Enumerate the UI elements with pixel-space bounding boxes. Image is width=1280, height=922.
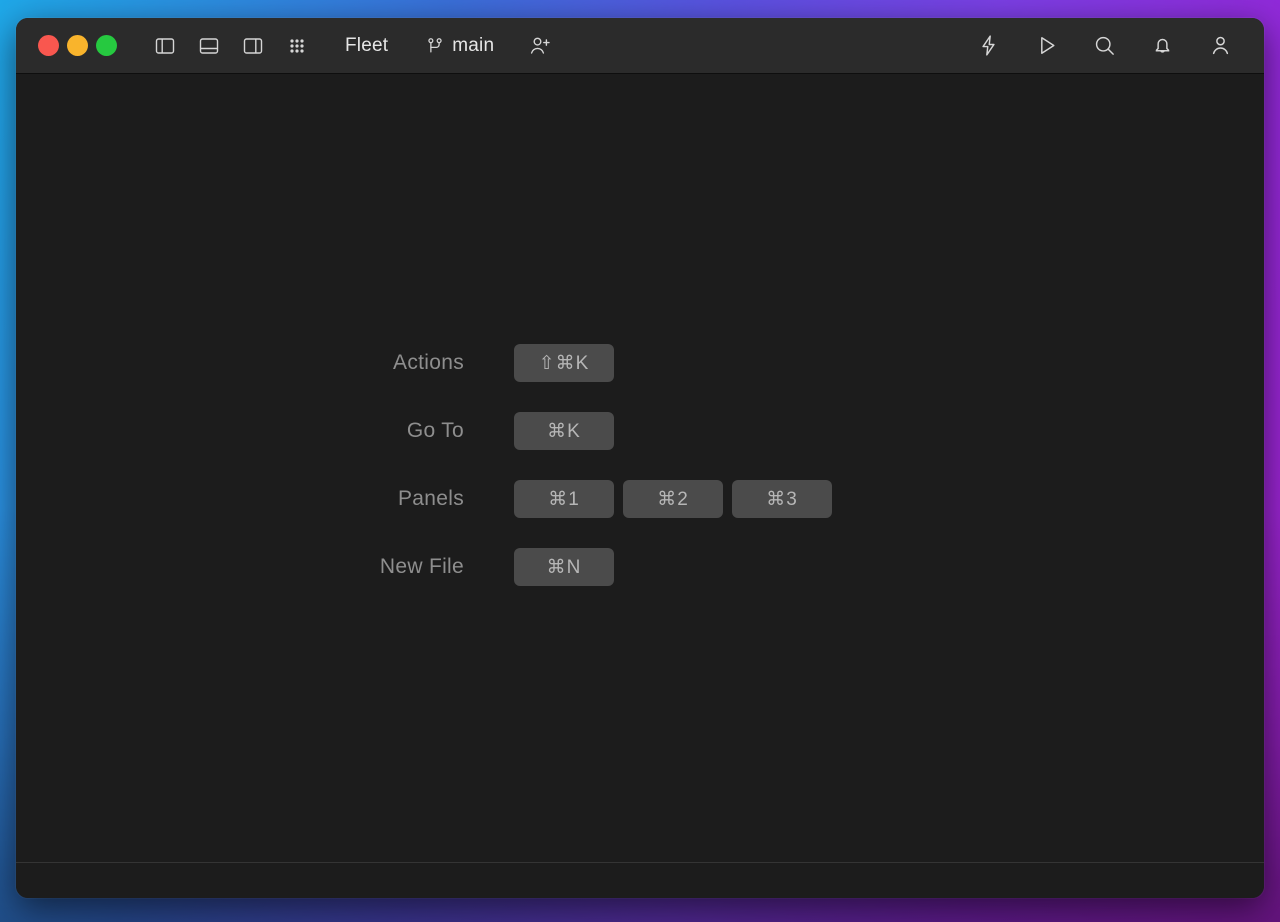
shortcut-keys-new-file: ⌘N: [514, 548, 614, 586]
editor-empty-state: Actions ⇧⌘K Go To ⌘K Panels ⌘1 ⌘2 ⌘3 New…: [16, 74, 1264, 862]
maximize-window-button[interactable]: [96, 35, 117, 56]
branch-name: main: [452, 34, 495, 56]
key-pill-panel-2[interactable]: ⌘2: [623, 480, 723, 518]
play-icon[interactable]: [1024, 26, 1068, 66]
shortcut-row-go-to: Go To ⌘K: [16, 397, 1264, 465]
panel-toggle-group: [143, 26, 319, 66]
fleet-window: Fleet main Actions ⇧⌘K Go To ⌘K Panels ⌘…: [16, 18, 1264, 898]
shortcut-label-panels: Panels: [397, 487, 464, 510]
bottom-panel-icon[interactable]: [187, 26, 231, 66]
grid-dots-icon[interactable]: [275, 26, 319, 66]
close-window-button[interactable]: [38, 35, 59, 56]
lightning-icon[interactable]: [966, 26, 1010, 66]
titlebar: Fleet main: [16, 18, 1264, 74]
account-icon[interactable]: [1198, 26, 1242, 66]
shortcut-keys-actions: ⇧⌘K: [514, 344, 614, 382]
notifications-icon[interactable]: [1140, 26, 1184, 66]
shortcut-row-actions: Actions ⇧⌘K: [16, 329, 1264, 397]
shortcut-keys-go-to: ⌘K: [514, 412, 614, 450]
branch-selector[interactable]: main: [418, 35, 500, 57]
shortcut-label-new-file: New File: [379, 555, 464, 578]
search-icon[interactable]: [1082, 26, 1126, 66]
shortcut-hints-table: Actions ⇧⌘K Go To ⌘K Panels ⌘1 ⌘2 ⌘3 New…: [16, 329, 1264, 601]
shortcut-row-panels: Panels ⌘1 ⌘2 ⌘3: [16, 465, 1264, 533]
shortcut-label-go-to: Go To: [406, 419, 464, 442]
key-pill-panel-3[interactable]: ⌘3: [732, 480, 832, 518]
right-panel-icon[interactable]: [231, 26, 275, 66]
status-bar: [16, 862, 1264, 898]
key-pill-new-file[interactable]: ⌘N: [514, 548, 614, 586]
shortcut-keys-panels: ⌘1 ⌘2 ⌘3: [514, 480, 832, 518]
app-title: Fleet: [345, 34, 389, 56]
traffic-lights: [38, 35, 117, 56]
key-pill-actions[interactable]: ⇧⌘K: [514, 344, 614, 382]
titlebar-actions: [966, 26, 1242, 66]
minimize-window-button[interactable]: [67, 35, 88, 56]
shortcut-label-actions: Actions: [393, 351, 464, 374]
left-panel-icon[interactable]: [143, 26, 187, 66]
add-user-icon[interactable]: [518, 26, 562, 66]
key-pill-panel-1[interactable]: ⌘1: [514, 480, 614, 518]
shortcut-row-new-file: New File ⌘N: [16, 533, 1264, 601]
git-branch-icon: [424, 35, 446, 57]
key-pill-go-to[interactable]: ⌘K: [514, 412, 614, 450]
